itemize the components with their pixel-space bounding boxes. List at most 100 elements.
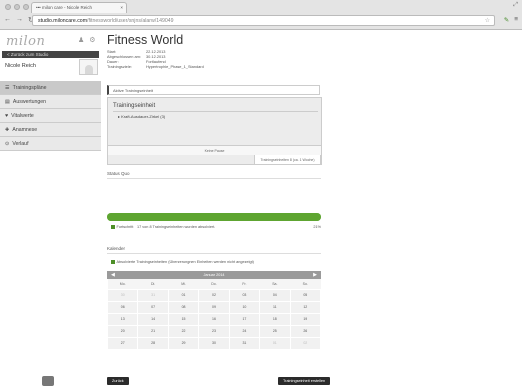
sidebar-item-label: Auswertungen (12, 98, 47, 105)
fullscreen-icon[interactable]: ⤢ (513, 2, 518, 9)
medical-icon: ✚ (5, 126, 10, 133)
calendar-day[interactable]: 13 (106, 312, 139, 326)
browser-tools: ✎ ≡ (504, 16, 518, 24)
calendar-day[interactable]: 22 (167, 324, 200, 338)
tab-title: ••• milon care - Nicole Reich (36, 5, 92, 10)
window-controls[interactable] (5, 4, 29, 10)
calendar-day[interactable]: 02 (198, 288, 230, 302)
create-unit-button[interactable]: Trainingseinheit erstellen (278, 377, 331, 385)
page-title: Fitness World (107, 33, 184, 47)
sidebar-item-verlauf[interactable]: ⊙ Verlauf (0, 137, 101, 151)
browser-tab[interactable]: ••• milon care - Nicole Reich × (31, 2, 127, 13)
prev-month-icon[interactable]: ◀ (111, 272, 115, 278)
browser-chrome: ••• milon care - Nicole Reich × ⤢ ← → ↻ … (0, 0, 522, 30)
sidebar-item-auswertungen[interactable]: ▤ Auswertungen (0, 95, 101, 109)
sidebar-item-label: Anamnese (12, 126, 38, 133)
sidebar-item-trainingsplaene[interactable]: ☰ Trainingspläne (0, 81, 101, 95)
weekday-header: Mi. (168, 279, 199, 289)
heart-icon: ♥ (5, 112, 9, 119)
calendar-week: 06 07 08 09 10 11 12 (106, 300, 322, 314)
sidebar: milon ♟ ⚙ < Zurück zum Studio Nicole Rei… (0, 30, 101, 390)
calendar-day[interactable]: 06 (106, 300, 139, 314)
progress-percent: 21% (313, 225, 321, 229)
calendar-day[interactable]: 04 (259, 288, 291, 302)
calendar-day[interactable]: 23 (198, 324, 230, 338)
weekday-header: Fr. (229, 279, 260, 289)
calendar-day[interactable]: 30 (198, 336, 230, 350)
info-row: Trainingsziele: Hypertrophie_Phase_1_Stan… (107, 64, 204, 69)
calendar-day[interactable]: 20 (106, 324, 139, 338)
calendar-day[interactable]: 08 (167, 300, 200, 314)
calendar-day[interactable]: 14 (137, 312, 169, 326)
calendar-day[interactable]: 10 (228, 300, 261, 314)
status-header: Status Quo (107, 171, 321, 179)
calendar-day[interactable]: 15 (167, 312, 200, 326)
sidebar-item-anamnese[interactable]: ✚ Anamnese (0, 123, 101, 137)
forward-arrow-icon[interactable]: → (16, 16, 23, 24)
calendar-day[interactable]: 26 (289, 324, 322, 338)
unit-tabs: Keine Pause Trainingseinheiten 8 (ca. 1 … (108, 145, 321, 165)
calendar-day[interactable]: 27 (106, 336, 139, 350)
back-button[interactable]: Zurück (107, 377, 129, 385)
calendar-day[interactable]: 01 (259, 336, 291, 350)
info-key: Trainingsziele: (107, 64, 132, 69)
calendar-day[interactable]: 31 (137, 288, 169, 302)
calendar-week: 30 31 01 02 03 04 05 (106, 288, 322, 302)
calendar-day[interactable]: 31 (228, 336, 261, 350)
list-icon: ☰ (5, 84, 10, 91)
calendar-day[interactable]: 05 (289, 288, 322, 302)
unit-item[interactable]: ▸ Kraft-Ausdauer-Zirkel (3) (118, 114, 165, 119)
calendar-day[interactable]: 12 (289, 300, 322, 314)
calendar: ◀ Januar 2014 ▶ Mo. Di. Mi. Do. Fr. Sa. So. 30… (106, 271, 322, 350)
user-icon[interactable]: ♟ (78, 36, 84, 44)
chart-icon: ▤ (5, 98, 10, 105)
bottom-bar: Zurück Trainingseinheit erstellen (106, 375, 522, 390)
progress-row: Fortschritt 17 von 8 Trainingseinheiten … (111, 224, 321, 232)
calendar-day[interactable]: 09 (198, 300, 230, 314)
address-bar[interactable]: studio.miloncare.com/fitnessworld/user/s… (32, 15, 495, 26)
weekday-header: Di. (137, 279, 169, 289)
tab-pause[interactable]: Keine Pause (108, 145, 321, 155)
calendar-day[interactable]: 30 (106, 288, 139, 302)
tab-close-icon[interactable]: × (120, 5, 123, 10)
settings-icon[interactable]: ⚙ (89, 36, 95, 44)
calendar-day[interactable]: 25 (259, 324, 291, 338)
calendar-day[interactable]: 11 (259, 300, 291, 314)
calendar-note: Absolvierte Trainingseinheiten (Überzeru… (111, 260, 254, 264)
plan-info: Start: 22.12.2013 Abgeschlossen am: 30.12.… (107, 49, 204, 69)
history-icon: ⊙ (5, 140, 10, 147)
weekday-header: Sa. (259, 279, 291, 289)
menu-icon[interactable]: ≡ (514, 16, 518, 24)
calendar-day[interactable]: 21 (137, 324, 169, 338)
calendar-day[interactable]: 19 (289, 312, 322, 326)
back-to-studio-button[interactable]: < Zurück zum Studio (2, 51, 99, 58)
progress-text: 17 von 8 Trainingseinheiten wurden absol… (137, 225, 216, 229)
progress-fill (107, 213, 321, 221)
back-arrow-icon[interactable]: ← (4, 16, 11, 24)
calendar-day[interactable]: 07 (137, 300, 169, 314)
calendar-day[interactable]: 02 (289, 336, 322, 350)
info-value: Hypertrophie_Phase_1_Standard (146, 64, 204, 69)
tab-unit-count[interactable]: Trainingseinheiten 8 (ca. 1 Woche) (254, 155, 321, 165)
calendar-day[interactable]: 24 (228, 324, 261, 338)
help-icon[interactable] (42, 376, 54, 386)
next-month-icon[interactable]: ▶ (313, 272, 317, 278)
bookmark-star-icon[interactable]: ☆ (485, 17, 490, 24)
progress-label: Fortschritt (116, 225, 134, 229)
calendar-week: 13 14 15 16 17 18 19 (106, 312, 322, 326)
calendar-day[interactable]: 16 (198, 312, 230, 326)
calendar-day[interactable]: 29 (167, 336, 200, 350)
unit-item-label: Kraft-Ausdauer-Zirkel (3) (121, 114, 166, 119)
calendar-day[interactable]: 28 (137, 336, 169, 350)
sidebar-item-vitalwerte[interactable]: ♥ Vitalwerte (0, 109, 101, 123)
sidebar-item-label: Trainingspläne (12, 84, 47, 91)
milon-logo: milon (6, 34, 46, 49)
training-unit-panel: Trainingseinheit ▸ Kraft-Ausdauer-Zirkel… (107, 97, 322, 165)
calendar-day[interactable]: 18 (259, 312, 291, 326)
calendar-day[interactable]: 01 (167, 288, 200, 302)
calendar-week: 27 28 29 30 31 01 02 (106, 336, 322, 350)
calendar-day[interactable]: 03 (228, 288, 261, 302)
extension-icon[interactable]: ✎ (504, 16, 509, 24)
weekday-header: So. (290, 279, 321, 289)
calendar-day[interactable]: 17 (228, 312, 261, 326)
